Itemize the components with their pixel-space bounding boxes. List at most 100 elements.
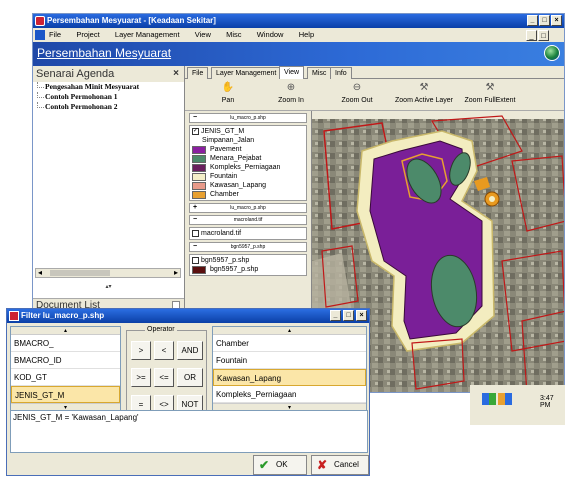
layer-header[interactable]: − lu_macro_p.shp bbox=[189, 113, 307, 123]
agenda-title: Senarai Agenda bbox=[36, 68, 115, 80]
scroll-left-icon[interactable]: ◂ bbox=[38, 268, 42, 277]
legend-swatch bbox=[192, 163, 206, 172]
zoom-active-layer-button[interactable]: ⚒ Zoom Active Layer bbox=[390, 82, 458, 104]
layer-checkbox[interactable]: ✓ bbox=[192, 128, 199, 135]
tray-clock: 3:47 PM bbox=[540, 395, 554, 409]
field-item[interactable]: KOD_GT bbox=[11, 369, 120, 386]
menu-view[interactable]: View bbox=[195, 28, 211, 42]
field-list: ▴ BMACRO_ BMACRO_ID KOD_GT JENIS_GT_M ▾ bbox=[10, 326, 121, 422]
window-titlebar[interactable]: Persembahan Mesyuarat - [Keadaan Sekitar… bbox=[33, 14, 564, 28]
scroll-thumb[interactable] bbox=[50, 270, 110, 276]
agenda-hscrollbar[interactable]: ◂ ▸ bbox=[35, 268, 181, 278]
pan-icon: ✋ bbox=[221, 82, 235, 93]
legend-item: Kawasan_Lapang bbox=[192, 181, 304, 190]
zoom-in-button[interactable]: ⊕ Zoom In bbox=[271, 82, 311, 104]
legend-item: Simpanan_Jalan bbox=[192, 136, 304, 145]
op-lt-button[interactable]: < bbox=[154, 341, 174, 360]
field-scroll-up[interactable]: ▴ bbox=[11, 327, 120, 335]
field-item-selected[interactable]: JENIS_GT_M bbox=[11, 386, 120, 403]
agenda-item[interactable]: Pengesahan Minit Mesyuarat bbox=[33, 82, 184, 92]
scroll-right-icon[interactable]: ▸ bbox=[174, 268, 178, 277]
layer-checkbox[interactable] bbox=[192, 230, 199, 237]
zoom-active-layer-icon: ⚒ bbox=[419, 82, 429, 93]
menu-misc[interactable]: Misc bbox=[226, 28, 241, 42]
zoom-fullextent-button[interactable]: ⚒ Zoom FullExtent bbox=[459, 82, 521, 104]
map-top-splitter[interactable] bbox=[312, 111, 565, 119]
tab-file[interactable]: File bbox=[187, 67, 209, 79]
collapse-icon[interactable]: − bbox=[193, 114, 197, 122]
fountain-center bbox=[489, 196, 495, 202]
zoom-fullextent-label: Zoom FullExtent bbox=[464, 97, 516, 104]
agenda-item[interactable]: Contoh Permohonan 1 bbox=[33, 92, 184, 102]
tray-icon[interactable] bbox=[482, 393, 496, 405]
layer-header[interactable]: − bgn5957_p.shp bbox=[189, 242, 307, 252]
system-tray: 3:47 PM bbox=[470, 385, 565, 425]
checkmark-icon: ✔ bbox=[259, 458, 270, 472]
collapse-icon[interactable]: − bbox=[193, 243, 197, 251]
filter-minimize-button[interactable]: _ bbox=[330, 310, 341, 321]
op-and-button[interactable]: AND bbox=[177, 341, 203, 360]
field-name: JENIS_GT_M bbox=[201, 128, 245, 135]
banner-title[interactable]: Persembahan Mesyuarat bbox=[37, 46, 171, 60]
value-item[interactable]: Kompleks_Perniagaan bbox=[213, 386, 366, 403]
tab-layer-management[interactable]: Layer Management bbox=[211, 67, 282, 79]
layer-row[interactable]: macroland.tif bbox=[192, 229, 304, 238]
value-item[interactable]: Chamber bbox=[213, 335, 366, 352]
menu-file[interactable]: File bbox=[49, 28, 61, 42]
value-item[interactable]: Fountain bbox=[213, 352, 366, 369]
legend-swatch bbox=[192, 145, 206, 154]
menu-help[interactable]: Help bbox=[299, 28, 314, 42]
op-or-button[interactable]: OR bbox=[177, 368, 203, 387]
layer-name: bgn5957_p.shp bbox=[230, 244, 266, 250]
legend-label: Menara_Pejabat bbox=[210, 155, 262, 162]
layer-row[interactable]: bgn5957_p.shp bbox=[192, 256, 304, 265]
cancel-button[interactable]: ✘ Cancel bbox=[311, 455, 369, 475]
filter-expression-field[interactable]: JENIS_GT_M = 'Kawasan_Lapang' bbox=[10, 410, 368, 453]
field-item[interactable]: BMACRO_ bbox=[11, 335, 120, 352]
tab-info[interactable]: Info bbox=[330, 67, 352, 79]
layer-checkbox[interactable] bbox=[192, 257, 199, 264]
zoom-out-button[interactable]: ⊖ Zoom Out bbox=[335, 82, 379, 104]
zoom-out-label: Zoom Out bbox=[341, 97, 373, 104]
collapse-icon[interactable]: − bbox=[193, 216, 197, 224]
doc-minimize-button[interactable]: _ bbox=[526, 30, 537, 41]
field-item[interactable]: BMACRO_ID bbox=[11, 352, 120, 369]
close-button[interactable]: × bbox=[551, 15, 562, 26]
menu-layer-management[interactable]: Layer Management bbox=[115, 28, 180, 42]
agenda-close-icon[interactable]: × bbox=[173, 66, 179, 82]
tab-misc[interactable]: Misc bbox=[307, 67, 332, 79]
expand-icon[interactable]: + bbox=[193, 204, 197, 212]
layer-field-row[interactable]: ✓ JENIS_GT_M bbox=[192, 127, 304, 136]
layer-header[interactable]: + lu_macro_p.shp bbox=[189, 203, 307, 213]
app-icon bbox=[35, 16, 45, 26]
op-gte-button[interactable]: >= bbox=[131, 368, 151, 387]
filter-close-button[interactable]: × bbox=[356, 310, 367, 321]
menu-project[interactable]: Project bbox=[76, 28, 99, 42]
legend-item: bgn5957_p.shp bbox=[192, 265, 304, 274]
ribbon-tabs: File Layer Management View Misc Info bbox=[185, 66, 564, 79]
minimize-button[interactable]: _ bbox=[527, 15, 538, 26]
zoom-fullextent-icon: ⚒ bbox=[485, 82, 495, 93]
legend-item: Menara_Pejabat bbox=[192, 154, 304, 163]
op-gt-button[interactable]: > bbox=[131, 341, 151, 360]
legend-label: Kompleks_Perniagaan bbox=[210, 164, 281, 171]
pan-button[interactable]: ✋ Pan bbox=[215, 82, 241, 104]
value-scroll-up[interactable]: ▴ bbox=[213, 327, 366, 335]
legend-label: Pavement bbox=[210, 146, 242, 153]
layer-header[interactable]: − macroland.tif bbox=[189, 215, 307, 225]
doc-restore-button[interactable]: □ bbox=[538, 30, 549, 41]
tab-view[interactable]: View bbox=[279, 66, 305, 79]
menu-window[interactable]: Window bbox=[257, 28, 284, 42]
filter-dialog: Filter lu_macro_p.shp _ □ × ▴ BMACRO_ BM… bbox=[6, 308, 370, 476]
ok-button[interactable]: ✔ OK bbox=[253, 455, 307, 475]
filter-app-icon bbox=[9, 311, 19, 321]
value-item-selected[interactable]: Kawasan_Lapang bbox=[213, 369, 366, 386]
filter-titlebar[interactable]: Filter lu_macro_p.shp _ □ × bbox=[7, 309, 369, 323]
tray-icon[interactable] bbox=[498, 393, 512, 405]
splitter-arrows[interactable]: ▴▾ bbox=[33, 280, 184, 296]
maximize-button[interactable]: □ bbox=[539, 15, 550, 26]
filter-maximize-button[interactable]: □ bbox=[343, 310, 354, 321]
op-lte-button[interactable]: <= bbox=[154, 368, 174, 387]
agenda-item[interactable]: Contoh Permohonan 2 bbox=[33, 102, 184, 112]
ok-label: OK bbox=[276, 460, 288, 469]
